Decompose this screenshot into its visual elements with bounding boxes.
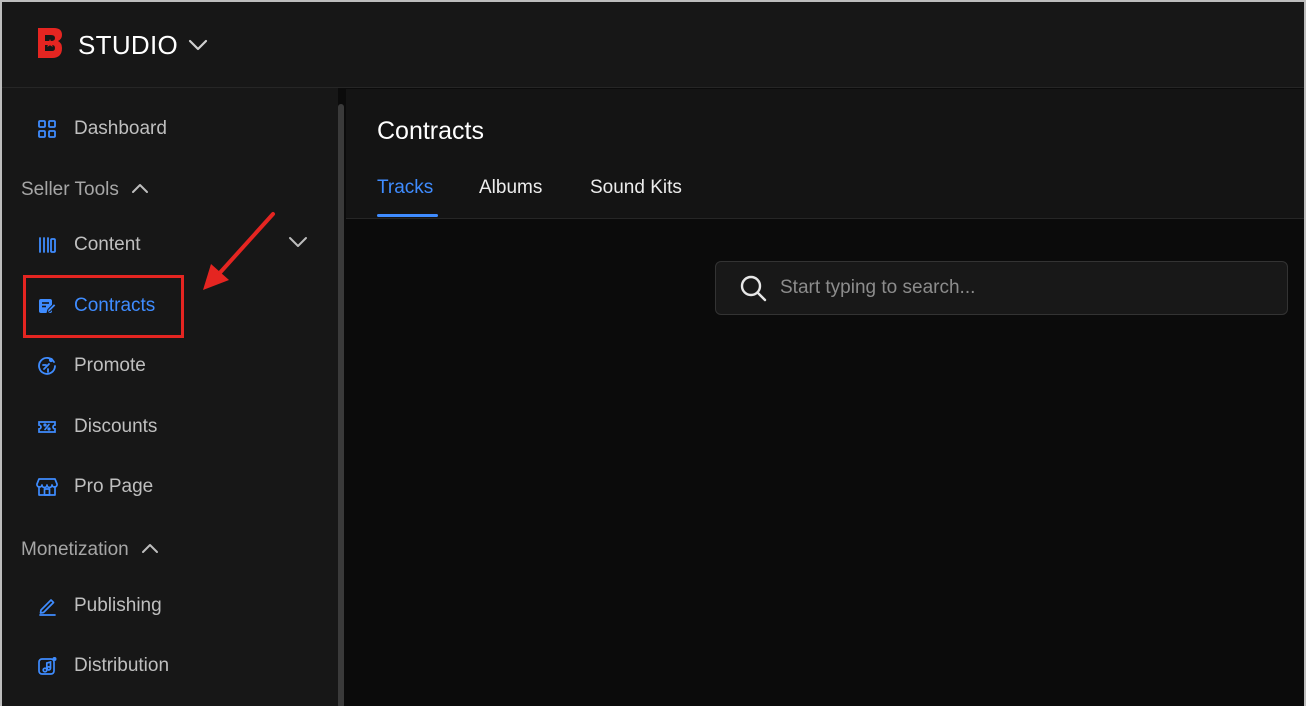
main-header: Contracts Tracks Albums Sound Kits [346,89,1304,219]
pen-icon [36,595,58,617]
sidebar-item-pro-page[interactable]: Pro Page [36,471,153,503]
section-label: Monetization [21,539,129,560]
chevron-up-icon [141,541,159,559]
discount-ticket-icon [36,416,58,438]
chevron-down-icon [188,38,208,56]
search-box[interactable] [715,261,1288,315]
sidebar-scrollbar[interactable] [338,104,344,706]
studio-switcher[interactable]: STUDIO [36,27,208,63]
music-note-icon [36,655,58,677]
page-title: Contracts [377,117,484,145]
sidebar-item-dashboard[interactable]: Dashboard [36,113,167,145]
sidebar-item-label: Discounts [74,416,158,437]
tab-tracks[interactable]: Tracks [377,177,433,217]
search-input[interactable] [780,268,1287,308]
rocket-gauge-icon [36,355,58,377]
sidebar-item-discounts[interactable]: Discounts [36,411,157,443]
chevron-up-icon [131,181,149,199]
active-tab-indicator [377,214,438,217]
tab-sound-kits[interactable]: Sound Kits [590,177,682,217]
app-window: STUDIO Dashboard Seller Tools Content Co… [0,0,1306,706]
section-monetization[interactable]: Monetization [21,535,159,565]
search-icon [738,273,768,303]
sidebar-item-label: Content [74,234,141,255]
annotation-highlight-box [23,275,184,338]
sidebar-item-publishing[interactable]: Publishing [36,590,162,622]
grid-icon [36,118,58,140]
chevron-down-icon[interactable] [288,235,308,253]
sidebar-item-promote[interactable]: Promote [36,350,146,382]
section-label: Seller Tools [21,179,119,200]
sidebar-item-label: Distribution [74,655,170,676]
sidebar-item-content[interactable]: Content [36,229,141,261]
sidebar-item-label: Dashboard [74,118,167,139]
brand-name: STUDIO [78,29,179,60]
section-seller-tools[interactable]: Seller Tools [21,175,149,205]
top-bar: STUDIO [2,2,1304,88]
brand-logo-icon [36,26,64,65]
annotation-arrow-icon [197,208,279,299]
sidebar-item-label: Promote [74,355,146,376]
library-icon [36,234,58,256]
sidebar-item-distribution[interactable]: Distribution [36,650,169,682]
tab-albums[interactable]: Albums [479,177,542,217]
sidebar-item-label: Publishing [74,595,162,616]
storefront-icon [36,476,58,498]
sidebar-item-label: Pro Page [74,476,154,497]
